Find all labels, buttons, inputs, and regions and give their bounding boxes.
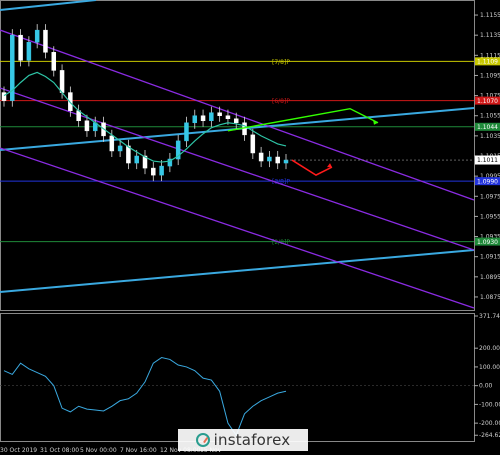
oscillator-axis-tick-label: 371.7448 bbox=[479, 313, 500, 320]
oscillator-axis-tick-label: -264.6299 bbox=[479, 432, 500, 439]
price-candle bbox=[51, 52, 57, 71]
trading-chart: 1.1155 1.1135 1.1115 1.1095 1.1075 1.1055 1.10… bbox=[0, 0, 500, 455]
murray-level-badge-text: 1.0930 bbox=[477, 239, 498, 246]
chart-canvas: 1.11551.11351.11151.10951.10751.10551.10… bbox=[0, 0, 500, 454]
price-candle bbox=[26, 41, 32, 61]
time-axis-tick-label: 31 Oct 08:00 bbox=[40, 447, 79, 454]
trend-channel-line bbox=[0, 249, 475, 293]
trend-channel-line bbox=[0, 147, 475, 309]
price-candle bbox=[233, 118, 239, 124]
price-candle bbox=[209, 112, 214, 122]
price-candle bbox=[109, 135, 115, 152]
price-candle bbox=[184, 122, 189, 142]
price-axis-tick-label: 1.0895 bbox=[480, 274, 500, 281]
trend-channel-line bbox=[0, 87, 475, 251]
price-candle bbox=[126, 145, 131, 164]
instaforex-logo-icon bbox=[195, 433, 210, 447]
price-candle bbox=[192, 115, 198, 124]
price-axis-tick-label: 1.1055 bbox=[480, 113, 500, 120]
murray-level-badge-text: 1.1109 bbox=[477, 59, 498, 66]
price-candle bbox=[283, 159, 289, 164]
price-candle bbox=[159, 165, 164, 176]
murray-level-badge-text: 1.0990 bbox=[477, 178, 498, 185]
price-candle bbox=[250, 134, 256, 154]
price-candle bbox=[43, 29, 48, 53]
price-axis-tick-label: 1.0915 bbox=[480, 254, 500, 261]
price-panel-frame bbox=[0, 0, 475, 311]
price-candle bbox=[275, 156, 280, 164]
price-axis-tick-label: 1.1155 bbox=[480, 12, 500, 19]
price-candle bbox=[200, 115, 206, 122]
price-candle bbox=[34, 29, 40, 43]
price-axis-tick-label: 1.1035 bbox=[480, 133, 500, 140]
forecast-red-arrow bbox=[291, 159, 333, 177]
oscillator-axis-tick-label: 0.00 bbox=[479, 383, 493, 390]
price-candle bbox=[84, 120, 90, 132]
price-axis-tick-label: 1.0975 bbox=[480, 193, 500, 200]
oscillator-axis-tick-label: 200.00 bbox=[479, 345, 500, 352]
instaforex-logo: instaforex bbox=[178, 429, 308, 451]
price-candle bbox=[117, 145, 123, 152]
murray-level-badge-text: 1.1044 bbox=[477, 124, 498, 131]
price-candle bbox=[134, 155, 139, 164]
time-axis-tick-label: 30 Oct 2019 bbox=[0, 447, 37, 454]
price-candle bbox=[217, 112, 222, 116]
price-axis-tick-label: 1.0955 bbox=[480, 213, 500, 220]
murray-level-badge-text: 1.1070 bbox=[477, 98, 498, 105]
price-axis-tick-label: 1.1135 bbox=[480, 32, 500, 39]
trend-channel-line bbox=[0, 0, 97, 11]
time-axis-tick-label: 7 Nov 16:00 bbox=[120, 447, 157, 454]
forecast-red-arrowhead bbox=[327, 163, 332, 168]
time-axis-tick-label: 5 Nov 00:00 bbox=[80, 447, 117, 454]
oscillator-axis-tick-label: -100.00 bbox=[479, 401, 500, 408]
price-axis-tick-label: 1.0875 bbox=[480, 294, 500, 301]
last-price-badge-text: 1.1011 bbox=[477, 157, 498, 164]
oscillator-panel-frame bbox=[0, 313, 475, 442]
murray-level-label: [7/8]P bbox=[272, 59, 290, 66]
price-candle bbox=[59, 70, 65, 93]
price-candle bbox=[242, 122, 247, 136]
price-candle bbox=[267, 156, 272, 162]
price-candle bbox=[151, 167, 156, 176]
oscillator-axis-tick-label: -200.00 bbox=[479, 420, 500, 427]
price-candle bbox=[258, 152, 264, 162]
oscillator-line bbox=[3, 357, 287, 437]
price-axis-tick-label: 1.1095 bbox=[480, 72, 500, 79]
murray-level-label: [6/8]P bbox=[272, 98, 290, 105]
price-candle bbox=[225, 115, 231, 119]
price-candle bbox=[1, 92, 7, 101]
oscillator-axis-tick-label: 100.00 bbox=[479, 364, 500, 371]
watermark-text: instaforex bbox=[213, 431, 291, 449]
price-candle bbox=[18, 34, 23, 61]
